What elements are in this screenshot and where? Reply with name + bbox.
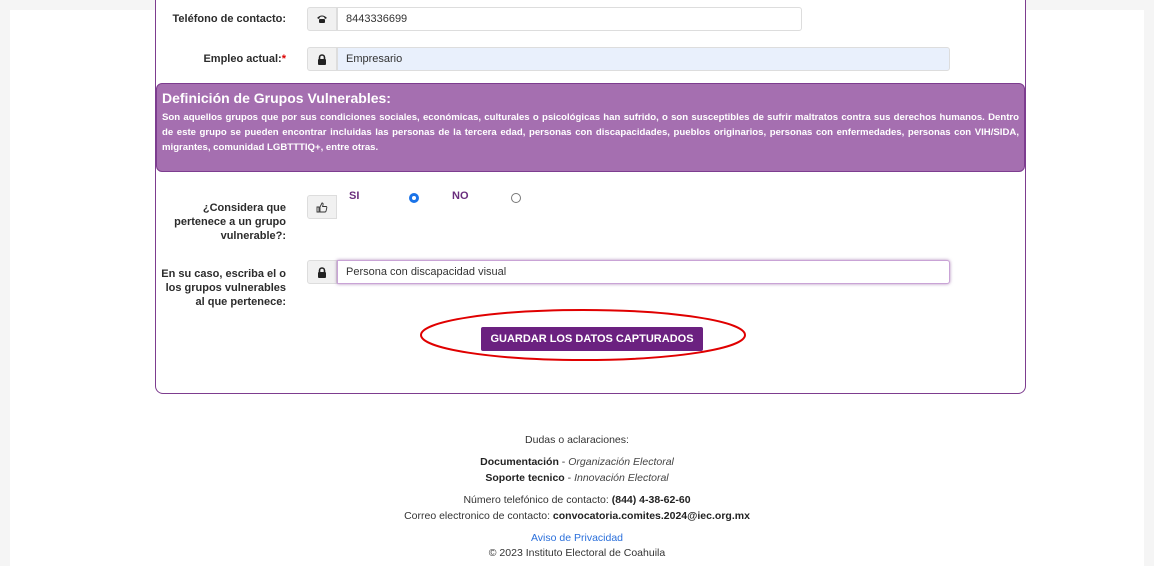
- job-label: Empleo actual:*: [156, 52, 286, 66]
- footer-phone: Número telefónico de contacto: (844) 4-3…: [10, 494, 1144, 506]
- page: Teléfono de contacto: 8443336699 Empleo …: [10, 0, 1144, 566]
- radio-no-label: NO: [452, 190, 469, 202]
- thumbs-up-icon: [316, 202, 328, 212]
- save-button[interactable]: GUARDAR LOS DATOS CAPTURADOS: [481, 327, 703, 351]
- footer-documentation: Documentación - Organización Electoral: [480, 456, 674, 468]
- vulnerable-groups-input[interactable]: Persona con discapacidad visual: [337, 260, 950, 284]
- phone-icon: [317, 15, 327, 23]
- vulnerable-definition-box: Definición de Grupos Vulnerables: Son aq…: [156, 83, 1025, 172]
- phone-input[interactable]: 8443336699: [337, 7, 802, 31]
- vulnerable-groups-label: En su caso, escriba el o los grupos vuln…: [161, 268, 286, 308]
- job-icon-box: [307, 47, 337, 71]
- email-contact-label: Correo electronico de contacto:: [404, 510, 550, 522]
- documentation-label: Documentación: [480, 456, 559, 468]
- footer-support: Soporte tecnico - Innovación Electoral: [485, 472, 669, 484]
- job-label-text: Empleo actual:: [203, 53, 282, 65]
- lock-icon: [318, 266, 326, 278]
- footer-privacy: Aviso de Privacidad: [10, 532, 1144, 544]
- phone-contact-value: (844) 4-38-62-60: [611, 494, 691, 506]
- vulnerable-groups-icon-box: [307, 260, 337, 284]
- footer-email: Correo electronico de contacto: convocat…: [10, 510, 1144, 522]
- radio-no[interactable]: [511, 193, 521, 203]
- vulnerable-question-label: ¿Considera que pertenece a un grupo vuln…: [174, 202, 286, 242]
- vulnerable-definition-title: Definición de Grupos Vulnerables:: [162, 90, 391, 106]
- phone-icon-box: [307, 7, 337, 31]
- job-input[interactable]: Empresario: [337, 47, 950, 71]
- radio-si-label: SI: [349, 190, 360, 202]
- footer-doubts: Dudas o aclaraciones:: [525, 434, 629, 446]
- documentation-area: Organización Electoral: [568, 456, 674, 468]
- support-label: Soporte tecnico: [485, 472, 565, 484]
- form-card: Teléfono de contacto: 8443336699 Empleo …: [155, 0, 1026, 394]
- lock-icon: [318, 53, 326, 65]
- email-contact-value: convocatoria.comites.2024@iec.org.mx: [552, 510, 750, 522]
- footer-copyright: © 2023 Instituto Electoral de Coahuila: [488, 547, 666, 559]
- phone-contact-label: Número telefónico de contacto:: [463, 494, 609, 506]
- privacy-link[interactable]: Aviso de Privacidad: [531, 532, 623, 544]
- phone-label: Teléfono de contacto:: [172, 13, 286, 25]
- vulnerable-question-icon-box: [307, 195, 337, 219]
- vulnerable-definition-text: Son aquellos grupos que por sus condicio…: [162, 112, 1019, 153]
- required-mark: *: [281, 53, 286, 65]
- radio-si[interactable]: [409, 193, 419, 203]
- support-area: Innovación Electoral: [574, 472, 669, 484]
